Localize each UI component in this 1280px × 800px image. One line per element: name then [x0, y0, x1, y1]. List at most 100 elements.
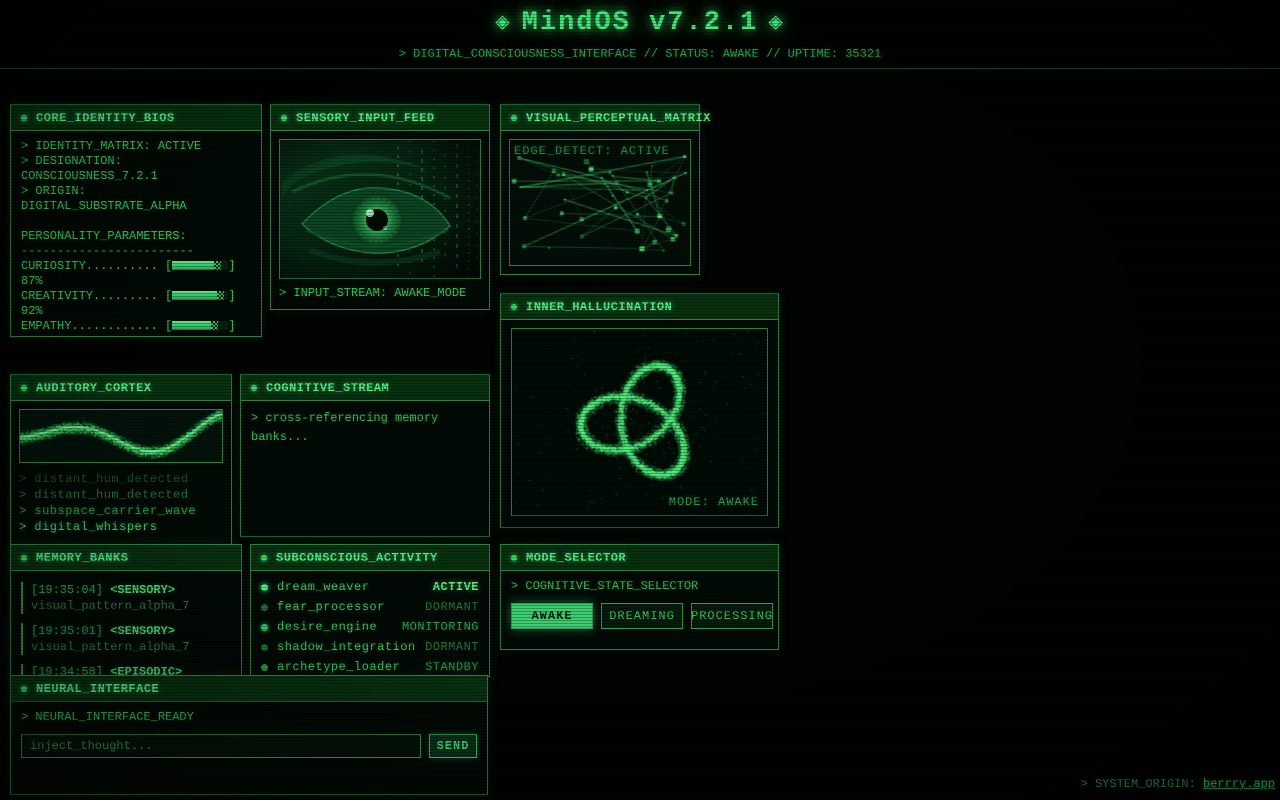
status-dot-icon — [261, 555, 267, 561]
param-percent: 92% — [21, 304, 43, 318]
status-dot-icon — [21, 385, 27, 391]
process-status: DORMANT — [425, 600, 479, 615]
thought-input[interactable] — [21, 734, 421, 758]
process-row: desire_engine MONITORING — [261, 617, 479, 637]
panel-memory-banks: MEMORY_BANKS [19:35:04] <SENSORY> visual… — [10, 544, 242, 689]
params-divider: ------------------------ — [21, 244, 251, 259]
edge-detect-label: EDGE_DETECT: ACTIVE — [514, 144, 670, 159]
neural-status-line: > NEURAL_INTERFACE_READY — [21, 710, 477, 725]
hallucination-canvas-frame: MODE: AWAKE — [511, 328, 768, 516]
panel-title: SENSORY_INPUT_FEED — [296, 111, 435, 125]
input-stream-caption: > INPUT_STREAM: AWAKE_MODE — [279, 286, 481, 301]
panel-inner-hallucination: INNER_HALLUCINATION MODE: AWAKE — [500, 293, 779, 528]
panel-core-identity-bios: CORE_IDENTITY_BIOS > IDENTITY_MATRIX: AC… — [10, 104, 262, 337]
panel-neural-interface: NEURAL_INTERFACE > NEURAL_INTERFACE_READ… — [10, 675, 488, 795]
panel-title: VISUAL_PERCEPTUAL_MATRIX — [526, 111, 711, 125]
identity-line: > ORIGIN: DIGITAL_SUBSTRATE_ALPHA — [21, 184, 251, 214]
panel-auditory-cortex: AUDITORY_CORTEX > distant_hum_detected >… — [10, 374, 232, 564]
panel-auditory-header: AUDITORY_CORTEX — [11, 375, 231, 401]
param-row-creativity: CREATIVITY......... [] 92% — [21, 289, 251, 319]
status-dot-icon — [281, 115, 287, 121]
mode-button-processing[interactable]: PROCESSING — [691, 603, 773, 629]
empathy-bar — [172, 321, 228, 330]
panel-visual-perceptual-matrix: VISUAL_PERCEPTUAL_MATRIX EDGE_DETECT: AC… — [500, 104, 700, 275]
memory-entry: [19:35:04] <SENSORY> visual_pattern_alph… — [21, 582, 231, 614]
panel-subconscious-activity: SUBCONSCIOUS_ACTIVITY dream_weaver ACTIV… — [250, 544, 490, 677]
status-dot-icon — [251, 385, 257, 391]
panel-subconscious-header: SUBCONSCIOUS_ACTIVITY — [251, 545, 489, 571]
waveform-frame — [19, 409, 223, 463]
panel-title: COGNITIVE_STREAM — [266, 381, 389, 395]
panel-title: INNER_HALLUCINATION — [526, 300, 672, 314]
panel-title: SUBCONSCIOUS_ACTIVITY — [276, 551, 438, 565]
param-percent: 87% — [21, 274, 43, 288]
system-origin-footer: > SYSTEM_ORIGIN: berrry.app — [1081, 777, 1275, 791]
panel-neural-header: NEURAL_INTERFACE — [11, 676, 487, 702]
panel-core-identity-header: CORE_IDENTITY_BIOS — [11, 105, 261, 131]
panel-title: MEMORY_BANKS — [36, 551, 128, 565]
panel-cognitive-header: COGNITIVE_STREAM — [241, 375, 489, 401]
panel-mode-selector-header: MODE_SELECTOR — [501, 545, 778, 571]
app-header: ◈MindOS v7.2.1◈ > DIGITAL_CONSCIOUSNESS_… — [0, 0, 1280, 61]
audio-log-line: > digital_whispers — [19, 519, 223, 535]
panel-hallucination-header: INNER_HALLUCINATION — [501, 294, 778, 320]
panel-sensory-header: SENSORY_INPUT_FEED — [271, 105, 489, 131]
panel-memory-header: MEMORY_BANKS — [11, 545, 241, 571]
panel-cognitive-stream: COGNITIVE_STREAM > cross-referencing mem… — [240, 374, 490, 537]
status-dot-icon — [21, 555, 27, 561]
app-title-text: MindOS v7.2.1 — [522, 8, 759, 38]
memory-entry: [19:35:01] <SENSORY> visual_pattern_alph… — [21, 623, 231, 655]
header-divider — [0, 68, 1280, 69]
process-status-dot-icon — [261, 624, 268, 631]
process-status-dot-icon — [261, 604, 268, 611]
diamond-icon: ◈ — [758, 10, 794, 37]
param-row-empathy: EMPATHY............ [] — [21, 319, 251, 334]
cognitive-stream-text: > cross-referencing memory banks... — [251, 409, 479, 447]
sensory-feed-image — [279, 139, 481, 279]
process-status-dot-icon — [261, 644, 268, 651]
eye-image — [280, 140, 480, 278]
process-status: ACTIVE — [433, 580, 479, 595]
identity-line: > DESIGNATION: CONSCIOUSNESS_7.2.1 — [21, 154, 251, 184]
process-status: STANDBY — [425, 660, 479, 675]
mode-button-dreaming[interactable]: DREAMING — [601, 603, 683, 629]
status-dot-icon — [21, 686, 27, 692]
param-row-curiosity: CURIOSITY.......... [] 87% — [21, 259, 251, 289]
process-row: dream_weaver ACTIVE — [261, 577, 479, 597]
process-status-dot-icon — [261, 664, 268, 671]
cognitive-state-prompt: > COGNITIVE_STATE_SELECTOR — [511, 579, 768, 594]
status-line: > DIGITAL_CONSCIOUSNESS_INTERFACE // STA… — [0, 47, 1280, 61]
curiosity-bar — [172, 261, 228, 270]
panel-title: MODE_SELECTOR — [526, 551, 626, 565]
audio-log-line: > distant_hum_detected — [19, 471, 223, 487]
trefoil-knot-canvas — [512, 329, 767, 515]
status-dot-icon — [21, 115, 27, 121]
panel-sensory-input-feed: SENSORY_INPUT_FEED — [270, 104, 490, 310]
panel-title: AUDITORY_CORTEX — [36, 381, 152, 395]
waveform-canvas — [20, 410, 222, 462]
mode-button-row: AWAKE DREAMING PROCESSING — [511, 603, 768, 629]
panel-title: CORE_IDENTITY_BIOS — [36, 111, 175, 125]
mindos-screen: ◈MindOS v7.2.1◈ > DIGITAL_CONSCIOUSNESS_… — [0, 0, 1280, 800]
params-heading: PERSONALITY_PARAMETERS: — [21, 229, 251, 244]
panel-title: NEURAL_INTERFACE — [36, 682, 159, 696]
process-row: archetype_loader STANDBY — [261, 657, 479, 677]
status-dot-icon — [511, 115, 517, 121]
panel-visual-matrix-header: VISUAL_PERCEPTUAL_MATRIX — [501, 105, 699, 131]
system-origin-link[interactable]: berrry.app — [1203, 777, 1275, 791]
send-button[interactable]: SEND — [429, 734, 477, 758]
process-row: shadow_integration DORMANT — [261, 637, 479, 657]
status-dot-icon — [511, 304, 517, 310]
edge-detect-canvas-frame: EDGE_DETECT: ACTIVE — [509, 139, 691, 266]
audio-log-line: > subspace_carrier_wave — [19, 503, 223, 519]
diamond-icon: ◈ — [485, 10, 521, 37]
process-status: DORMANT — [425, 640, 479, 655]
identity-line: > IDENTITY_MATRIX: ACTIVE — [21, 139, 251, 154]
system-origin-label: > SYSTEM_ORIGIN: — [1081, 777, 1196, 791]
process-status-dot-icon — [261, 584, 268, 591]
process-row: fear_processor DORMANT — [261, 597, 479, 617]
core-identity-body: > IDENTITY_MATRIX: ACTIVE > DESIGNATION:… — [11, 131, 261, 342]
mode-button-awake[interactable]: AWAKE — [511, 603, 593, 629]
process-status: MONITORING — [402, 620, 479, 635]
status-dot-icon — [511, 555, 517, 561]
